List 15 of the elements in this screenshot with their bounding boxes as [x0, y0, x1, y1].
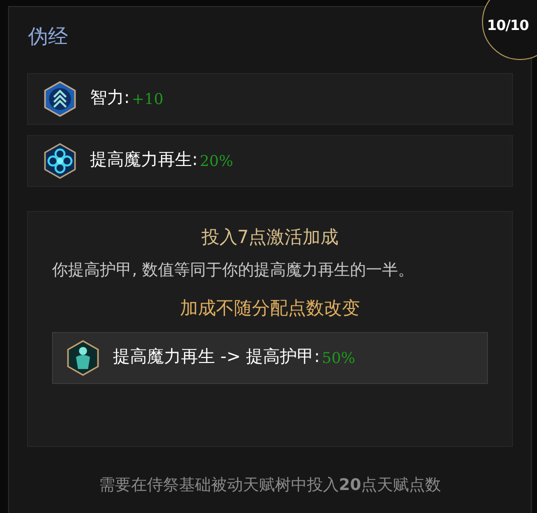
bonus-note: 加成不随分配点数改变: [180, 298, 360, 319]
stat-value: 20%: [200, 150, 234, 172]
rank-badge: 10/10: [482, 0, 537, 60]
figure-hexagon-icon: [65, 340, 101, 376]
stat-label: 提高魔力再生:: [90, 149, 198, 172]
stat-value: +10: [132, 88, 164, 110]
stat-label: 提高魔力再生 -> 提高护甲:: [113, 346, 320, 370]
chevron-hexagon-icon: [42, 81, 78, 117]
stat-label: 智力:: [90, 87, 130, 110]
flower-hexagon-icon: [42, 143, 78, 179]
talent-title: 伪经: [28, 24, 68, 48]
requirement-text: 需要在侍祭基础被动天赋树中投入20点天赋点数: [98, 475, 442, 494]
bonus-description: 你提高护甲, 数值等同于你的提高魔力再生的一半。: [52, 259, 416, 281]
stat-value: 50%: [322, 348, 356, 369]
bonus-heading: 投入7点激活加成: [201, 227, 339, 248]
